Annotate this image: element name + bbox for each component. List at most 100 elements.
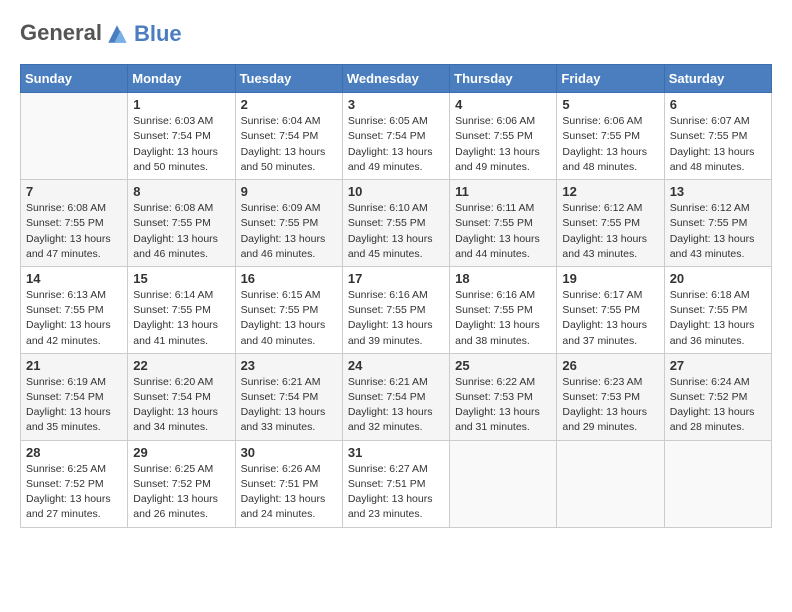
day-number: 15 bbox=[133, 271, 229, 286]
day-detail: Sunrise: 6:23 AMSunset: 7:53 PMDaylight:… bbox=[562, 375, 658, 436]
calendar-cell: 14Sunrise: 6:13 AMSunset: 7:55 PMDayligh… bbox=[21, 266, 128, 353]
calendar-cell: 26 Sunrise: 6:23 AMSunset: 7:53 PMDayligh… bbox=[557, 353, 664, 440]
day-detail: Sunrise: 6:22 AMSunset: 7:53 PMDaylight:… bbox=[455, 375, 551, 436]
calendar-cell: 5 Sunrise: 6:06 AMSunset: 7:55 PMDaylight… bbox=[557, 93, 664, 180]
calendar-cell: 18 Sunrise: 6:16 AMSunset: 7:55 PMDayligh… bbox=[450, 266, 557, 353]
calendar-cell: 21 Sunrise: 6:19 AMSunset: 7:54 PMDayligh… bbox=[21, 353, 128, 440]
calendar-cell: 2 Sunrise: 6:04 AMSunset: 7:54 PMDaylight… bbox=[235, 93, 342, 180]
day-detail: Sunrise: 6:16 AMSunset: 7:55 PMDaylight:… bbox=[455, 288, 551, 349]
calendar-cell: 16 Sunrise: 6:15 AMSunset: 7:55 PMDayligh… bbox=[235, 266, 342, 353]
column-header-monday: Monday bbox=[128, 65, 235, 93]
calendar-header-row: SundayMondayTuesdayWednesdayThursdayFrid… bbox=[21, 65, 772, 93]
day-number: 17 bbox=[348, 271, 444, 286]
calendar-cell: 8 Sunrise: 6:08 AMSunset: 7:55 PMDaylight… bbox=[128, 180, 235, 267]
day-detail: Sunrise: 6:26 AMSunset: 7:51 PMDaylight:… bbox=[241, 462, 337, 523]
day-detail: Sunrise: 6:17 AMSunset: 7:55 PMDaylight:… bbox=[562, 288, 658, 349]
day-detail: Sunrise: 6:18 AMSunset: 7:55 PMDaylight:… bbox=[670, 288, 766, 349]
column-header-thursday: Thursday bbox=[450, 65, 557, 93]
day-number: 6 bbox=[670, 97, 766, 112]
day-number: 30 bbox=[241, 445, 337, 460]
calendar-week-row: 1Sunrise: 6:03 AMSunset: 7:54 PMDaylight… bbox=[21, 93, 772, 180]
day-number: 18 bbox=[455, 271, 551, 286]
day-detail: Sunrise: 6:06 AMSunset: 7:55 PMDaylight:… bbox=[455, 114, 551, 175]
calendar-cell: 29Sunrise: 6:25 AMSunset: 7:52 PMDayligh… bbox=[128, 440, 235, 527]
column-header-saturday: Saturday bbox=[664, 65, 771, 93]
calendar-cell: 17 Sunrise: 6:16 AMSunset: 7:55 PMDayligh… bbox=[342, 266, 449, 353]
day-number: 11 bbox=[455, 184, 551, 199]
calendar-week-row: 14Sunrise: 6:13 AMSunset: 7:55 PMDayligh… bbox=[21, 266, 772, 353]
day-number: 31 bbox=[348, 445, 444, 460]
calendar-cell bbox=[450, 440, 557, 527]
column-header-wednesday: Wednesday bbox=[342, 65, 449, 93]
calendar-cell bbox=[557, 440, 664, 527]
calendar-cell: 30 Sunrise: 6:26 AMSunset: 7:51 PMDayligh… bbox=[235, 440, 342, 527]
column-header-friday: Friday bbox=[557, 65, 664, 93]
day-detail: Sunrise: 6:19 AMSunset: 7:54 PMDaylight:… bbox=[26, 375, 122, 436]
day-number: 27 bbox=[670, 358, 766, 373]
day-number: 25 bbox=[455, 358, 551, 373]
calendar-cell: 31Sunrise: 6:27 AMSunset: 7:51 PMDayligh… bbox=[342, 440, 449, 527]
calendar-cell: 9 Sunrise: 6:09 AMSunset: 7:55 PMDaylight… bbox=[235, 180, 342, 267]
day-detail: Sunrise: 6:08 AMSunset: 7:55 PMDaylight:… bbox=[133, 201, 229, 262]
day-number: 3 bbox=[348, 97, 444, 112]
day-detail: Sunrise: 6:12 AMSunset: 7:55 PMDaylight:… bbox=[562, 201, 658, 262]
day-detail: Sunrise: 6:08 AMSunset: 7:55 PMDaylight:… bbox=[26, 201, 122, 262]
day-detail: Sunrise: 6:12 AMSunset: 7:55 PMDaylight:… bbox=[670, 201, 766, 262]
day-number: 12 bbox=[562, 184, 658, 199]
day-detail: Sunrise: 6:21 AMSunset: 7:54 PMDaylight:… bbox=[348, 375, 444, 436]
day-detail: Sunrise: 6:11 AMSunset: 7:55 PMDaylight:… bbox=[455, 201, 551, 262]
calendar-cell: 4 Sunrise: 6:06 AMSunset: 7:55 PMDaylight… bbox=[450, 93, 557, 180]
day-number: 16 bbox=[241, 271, 337, 286]
day-detail: Sunrise: 6:25 AMSunset: 7:52 PMDaylight:… bbox=[26, 462, 122, 523]
calendar-cell bbox=[21, 93, 128, 180]
day-number: 24 bbox=[348, 358, 444, 373]
day-detail: Sunrise: 6:09 AMSunset: 7:55 PMDaylight:… bbox=[241, 201, 337, 262]
calendar-cell: 24 Sunrise: 6:21 AMSunset: 7:54 PMDayligh… bbox=[342, 353, 449, 440]
day-detail: Sunrise: 6:05 AMSunset: 7:54 PMDaylight:… bbox=[348, 114, 444, 175]
day-detail: Sunrise: 6:20 AMSunset: 7:54 PMDaylight:… bbox=[133, 375, 229, 436]
calendar-week-row: 28 Sunrise: 6:25 AMSunset: 7:52 PMDayligh… bbox=[21, 440, 772, 527]
day-detail: Sunrise: 6:14 AMSunset: 7:55 PMDaylight:… bbox=[133, 288, 229, 349]
day-detail: Sunrise: 6:06 AMSunset: 7:55 PMDaylight:… bbox=[562, 114, 658, 175]
calendar-cell: 11 Sunrise: 6:11 AMSunset: 7:55 PMDayligh… bbox=[450, 180, 557, 267]
day-detail: Sunrise: 6:21 AMSunset: 7:54 PMDaylight:… bbox=[241, 375, 337, 436]
day-detail: Sunrise: 6:04 AMSunset: 7:54 PMDaylight:… bbox=[241, 114, 337, 175]
day-detail: Sunrise: 6:10 AMSunset: 7:55 PMDaylight:… bbox=[348, 201, 444, 262]
day-number: 29 bbox=[133, 445, 229, 460]
logo-blue: Blue bbox=[134, 21, 182, 46]
day-detail: Sunrise: 6:15 AMSunset: 7:55 PMDaylight:… bbox=[241, 288, 337, 349]
day-number: 2 bbox=[241, 97, 337, 112]
calendar-cell: 15 Sunrise: 6:14 AMSunset: 7:55 PMDayligh… bbox=[128, 266, 235, 353]
day-detail: Sunrise: 6:24 AMSunset: 7:52 PMDaylight:… bbox=[670, 375, 766, 436]
day-number: 4 bbox=[455, 97, 551, 112]
day-number: 5 bbox=[562, 97, 658, 112]
day-number: 13 bbox=[670, 184, 766, 199]
calendar-cell: 19Sunrise: 6:17 AMSunset: 7:55 PMDayligh… bbox=[557, 266, 664, 353]
calendar-cell: 22Sunrise: 6:20 AMSunset: 7:54 PMDayligh… bbox=[128, 353, 235, 440]
day-number: 21 bbox=[26, 358, 122, 373]
calendar-cell: 10 Sunrise: 6:10 AMSunset: 7:55 PMDayligh… bbox=[342, 180, 449, 267]
calendar-table: SundayMondayTuesdayWednesdayThursdayFrid… bbox=[20, 64, 772, 527]
day-number: 20 bbox=[670, 271, 766, 286]
day-number: 28 bbox=[26, 445, 122, 460]
calendar-cell: 20 Sunrise: 6:18 AMSunset: 7:55 PMDayligh… bbox=[664, 266, 771, 353]
column-header-tuesday: Tuesday bbox=[235, 65, 342, 93]
day-number: 26 bbox=[562, 358, 658, 373]
calendar-cell: 6 Sunrise: 6:07 AMSunset: 7:55 PMDaylight… bbox=[664, 93, 771, 180]
day-number: 23 bbox=[241, 358, 337, 373]
calendar-cell: 7Sunrise: 6:08 AMSunset: 7:55 PMDaylight… bbox=[21, 180, 128, 267]
day-detail: Sunrise: 6:07 AMSunset: 7:55 PMDaylight:… bbox=[670, 114, 766, 175]
logo: General Blue bbox=[20, 20, 182, 48]
day-number: 10 bbox=[348, 184, 444, 199]
day-number: 14 bbox=[26, 271, 122, 286]
day-number: 9 bbox=[241, 184, 337, 199]
logo-text: General bbox=[20, 20, 132, 48]
page-header: General Blue bbox=[20, 20, 772, 48]
day-detail: Sunrise: 6:16 AMSunset: 7:55 PMDaylight:… bbox=[348, 288, 444, 349]
column-header-sunday: Sunday bbox=[21, 65, 128, 93]
calendar-cell: 25 Sunrise: 6:22 AMSunset: 7:53 PMDayligh… bbox=[450, 353, 557, 440]
calendar-cell: 3 Sunrise: 6:05 AMSunset: 7:54 PMDaylight… bbox=[342, 93, 449, 180]
calendar-week-row: 7Sunrise: 6:08 AMSunset: 7:55 PMDaylight… bbox=[21, 180, 772, 267]
day-number: 8 bbox=[133, 184, 229, 199]
calendar-cell: 23 Sunrise: 6:21 AMSunset: 7:54 PMDayligh… bbox=[235, 353, 342, 440]
